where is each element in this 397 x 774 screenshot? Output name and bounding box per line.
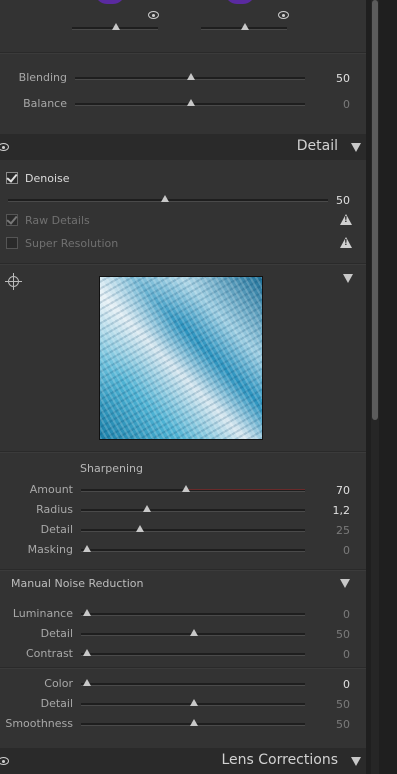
target-adjust-icon[interactable] bbox=[5, 273, 22, 290]
sharpen-detail-slider[interactable] bbox=[81, 529, 305, 532]
eye-icon[interactable] bbox=[0, 757, 9, 765]
sharpen-detail-label: Detail bbox=[40, 523, 73, 536]
divider bbox=[0, 451, 366, 453]
eye-icon[interactable] bbox=[0, 143, 9, 151]
slider-thumb[interactable] bbox=[241, 23, 249, 30]
detail-panel-header[interactable]: Detail bbox=[0, 134, 366, 160]
contrast-label: Contrast bbox=[25, 647, 73, 660]
denoise-value[interactable]: 50 bbox=[310, 194, 350, 207]
denoise-label: Denoise bbox=[25, 172, 70, 185]
blending-value[interactable]: 50 bbox=[310, 72, 350, 85]
super-resolution-label: Super Resolution bbox=[25, 237, 119, 250]
lum-detail-value[interactable]: 50 bbox=[310, 628, 350, 641]
balance-label: Balance bbox=[23, 97, 67, 110]
divider bbox=[0, 52, 366, 54]
color-detail-value[interactable]: 50 bbox=[310, 698, 350, 711]
sharpen-detail-thumb[interactable] bbox=[136, 525, 144, 532]
masking-value[interactable]: 0 bbox=[310, 544, 350, 557]
masking-slider[interactable] bbox=[81, 549, 305, 552]
lum-detail-thumb[interactable] bbox=[190, 629, 198, 636]
sharpen-detail-value[interactable]: 25 bbox=[310, 524, 350, 537]
edit-panel: Blending 50 Balance 0 Detail Denoise 50 … bbox=[0, 0, 366, 774]
denoise-thumb[interactable] bbox=[161, 195, 169, 202]
radius-thumb[interactable] bbox=[143, 505, 151, 512]
noise-reduction-title: Manual Noise Reduction bbox=[11, 577, 144, 590]
amount-value[interactable]: 70 bbox=[310, 484, 350, 497]
radius-label: Radius bbox=[36, 503, 73, 516]
luminance-label: Luminance bbox=[12, 607, 73, 620]
amount-thumb[interactable] bbox=[182, 485, 190, 492]
masking-thumb[interactable] bbox=[83, 545, 91, 552]
balance-value[interactable]: 0 bbox=[310, 98, 350, 111]
masking-label: Masking bbox=[27, 543, 73, 556]
collapse-triangle-icon[interactable] bbox=[351, 757, 361, 766]
contrast-value[interactable]: 0 bbox=[310, 648, 350, 661]
scrollbar-thumb[interactable] bbox=[372, 0, 378, 420]
warning-icon bbox=[340, 214, 352, 225]
warning-icon bbox=[340, 237, 352, 248]
amount-label: Amount bbox=[29, 483, 73, 496]
luminance-slider[interactable] bbox=[81, 613, 305, 616]
detail-panel-title: Detail bbox=[296, 138, 338, 154]
collapse-triangle-icon[interactable] bbox=[340, 579, 350, 588]
blending-thumb[interactable] bbox=[187, 73, 195, 80]
color-value[interactable]: 0 bbox=[310, 678, 350, 691]
smoothness-thumb[interactable] bbox=[190, 719, 198, 726]
divider bbox=[0, 263, 366, 265]
color-label: Color bbox=[44, 677, 73, 690]
color-swatch[interactable] bbox=[95, 0, 125, 4]
contrast-thumb[interactable] bbox=[83, 649, 91, 656]
lum-detail-label: Detail bbox=[40, 627, 73, 640]
collapse-triangle-icon[interactable] bbox=[351, 143, 361, 152]
smoothness-value[interactable]: 50 bbox=[310, 718, 350, 731]
smoothness-label: Smoothness bbox=[5, 717, 73, 730]
eye-icon[interactable] bbox=[148, 11, 159, 19]
divider bbox=[0, 667, 366, 669]
luminance-thumb[interactable] bbox=[83, 609, 91, 616]
eye-icon[interactable] bbox=[278, 11, 289, 19]
raw-details-checkbox[interactable] bbox=[6, 214, 18, 226]
detail-preview-image[interactable] bbox=[99, 276, 263, 440]
radius-slider[interactable] bbox=[81, 509, 305, 512]
slider-thumb[interactable] bbox=[112, 23, 120, 30]
collapse-triangle-icon[interactable] bbox=[343, 274, 353, 283]
lens-corrections-title: Lens Corrections bbox=[221, 752, 338, 768]
color-slider[interactable] bbox=[81, 683, 305, 686]
divider bbox=[0, 569, 366, 571]
color-detail-thumb[interactable] bbox=[190, 699, 198, 706]
super-resolution-checkbox[interactable] bbox=[6, 237, 18, 249]
color-detail-label: Detail bbox=[40, 697, 73, 710]
balance-thumb[interactable] bbox=[187, 99, 195, 106]
contrast-slider[interactable] bbox=[81, 653, 305, 656]
color-swatch[interactable] bbox=[225, 0, 255, 4]
lens-corrections-header[interactable]: Lens Corrections bbox=[0, 748, 366, 774]
sharpening-title: Sharpening bbox=[80, 462, 143, 475]
color-thumb[interactable] bbox=[83, 679, 91, 686]
denoise-checkbox[interactable] bbox=[6, 172, 18, 184]
amount-fill bbox=[186, 489, 305, 490]
radius-value[interactable]: 1,2 bbox=[310, 504, 351, 517]
luminance-value[interactable]: 0 bbox=[310, 608, 350, 621]
blending-label: Blending bbox=[18, 71, 67, 84]
raw-details-label: Raw Details bbox=[25, 214, 90, 227]
